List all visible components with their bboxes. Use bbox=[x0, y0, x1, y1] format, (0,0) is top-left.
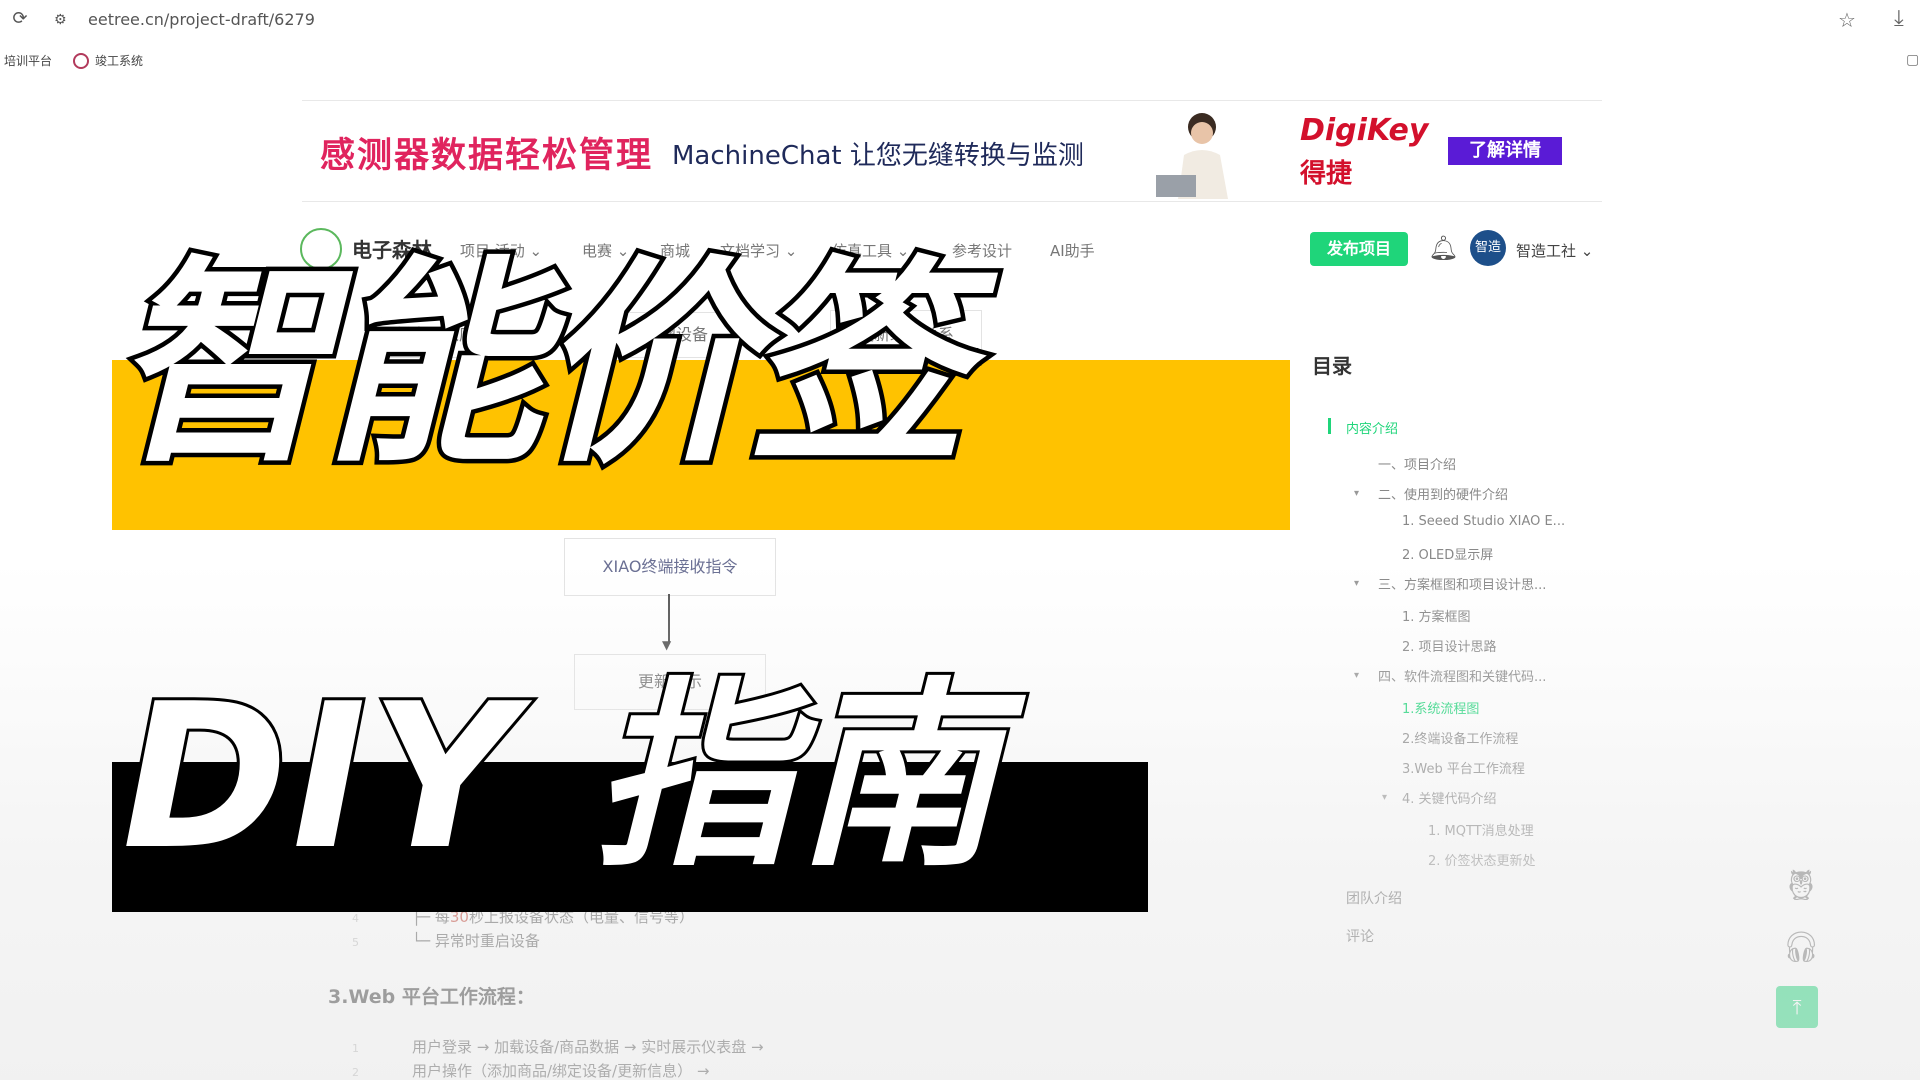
toc-item[interactable]: 四、软件流程图和关键代码... bbox=[1378, 666, 1546, 685]
site-info-icon[interactable]: ⚙ bbox=[54, 10, 74, 30]
ad-subline: MachineChat 让您无缝转换与监测 bbox=[672, 141, 1084, 171]
toc-item[interactable]: 3.Web 平台工作流程 bbox=[1402, 758, 1525, 777]
toc-expand-icon[interactable]: ▾ bbox=[1354, 578, 1359, 589]
ad-person-image bbox=[1156, 113, 1228, 199]
overlay-title-line-1: 智能价签 bbox=[108, 235, 971, 497]
ad-headline: 感测器数据轻松管理 bbox=[320, 136, 654, 176]
code-text: 用户登录 → 加载设备/商品数据 → 实时展示仪表盘 → bbox=[412, 1038, 764, 1056]
reload-icon[interactable]: ⟳ bbox=[10, 9, 30, 29]
ad-brand-logo: DigiKey bbox=[1300, 113, 1429, 148]
toc-expand-icon[interactable]: ▾ bbox=[1382, 792, 1387, 803]
line-number: 2 bbox=[352, 1066, 359, 1079]
ad-brand-cn: 得捷 bbox=[1300, 159, 1353, 189]
publish-project-button[interactable]: 发布项目 bbox=[1310, 232, 1408, 266]
toc-item[interactable]: 2. 价签状态更新处 bbox=[1428, 850, 1536, 869]
toc-item-comments[interactable]: 评论 bbox=[1346, 926, 1374, 946]
toc-item[interactable]: 二、使用到的硬件介绍 bbox=[1378, 484, 1508, 503]
toc-item[interactable]: 2. OLED显示屏 bbox=[1402, 544, 1493, 563]
address-bar[interactable]: eetree.cn/project-draft/6279 bbox=[88, 9, 315, 31]
code-line: 1 用户登录 → 加载设备/商品数据 → 实时展示仪表盘 → bbox=[352, 1036, 764, 1057]
toc-item-team[interactable]: 团队介绍 bbox=[1346, 888, 1402, 908]
toc-item[interactable]: 2. 项目设计思路 bbox=[1402, 636, 1497, 655]
bookmarks-bar: 培训平台 竣工系统 bbox=[0, 46, 1920, 76]
bookmark-completion-system[interactable]: 竣工系统 bbox=[73, 52, 143, 69]
user-menu[interactable]: 智造工社 ⌄ bbox=[1516, 240, 1593, 261]
toc-item[interactable]: 一、项目介绍 bbox=[1378, 454, 1456, 473]
toc-expand-icon[interactable]: ▾ bbox=[1354, 670, 1359, 681]
ad-banner[interactable]: 感测器数据轻松管理 MachineChat 让您无缝转换与监测 DigiKey … bbox=[302, 100, 1602, 202]
line-number: 4 bbox=[352, 912, 359, 925]
toc-item-current[interactable]: 1.系统流程图 bbox=[1402, 698, 1479, 717]
flow-arrow: ▼ bbox=[662, 638, 672, 652]
line-number: 5 bbox=[352, 936, 359, 949]
toc-item[interactable]: 2.终端设备工作流程 bbox=[1402, 728, 1518, 747]
code-text: └─ 异常时重启设备 bbox=[412, 932, 540, 950]
toc-item[interactable]: 三、方案框图和项目设计思... bbox=[1378, 574, 1546, 593]
back-to-top-button[interactable]: ⤒ bbox=[1776, 986, 1818, 1028]
toc-expand-icon[interactable]: ▾ bbox=[1354, 488, 1359, 499]
bookmark-training-platform[interactable]: 培训平台 bbox=[4, 52, 52, 69]
overlay-title-line-2: DIY 指南 bbox=[119, 658, 1001, 897]
avatar[interactable]: 智造 bbox=[1470, 230, 1506, 266]
toc-title: 目录 bbox=[1312, 354, 1352, 378]
headset-support-icon[interactable]: 🎧︎ bbox=[1782, 930, 1820, 965]
code-line: 2 用户操作（添加商品/绑定设备/更新信息） → bbox=[352, 1060, 709, 1081]
download-icon[interactable]: ⤓ bbox=[1894, 6, 1904, 31]
bookmarks-folder-icon[interactable]: ▢ bbox=[1906, 52, 1919, 68]
bookmark-circle-icon bbox=[73, 52, 89, 69]
owl-assistant-icon[interactable]: 🦉︎ bbox=[1782, 868, 1820, 903]
toc-item-intro-section[interactable]: 内容介绍 bbox=[1346, 418, 1398, 437]
toc-item[interactable]: 1. Seeed Studio XIAO E... bbox=[1402, 514, 1565, 529]
bookmark-star-icon[interactable]: ☆ bbox=[1838, 8, 1856, 32]
ad-learn-more-button[interactable]: 了解详情 bbox=[1448, 137, 1562, 165]
flow-connector bbox=[668, 594, 670, 642]
flow-box-xiao-receive: XIAO终端接收指令 bbox=[564, 538, 776, 596]
code-text: 用户操作（添加商品/绑定设备/更新信息） → bbox=[412, 1062, 710, 1080]
toc-item[interactable]: 4. 关键代码介绍 bbox=[1402, 788, 1497, 807]
toc-active-marker bbox=[1328, 418, 1331, 434]
toc-item[interactable]: 1. MQTT消息处理 bbox=[1428, 820, 1534, 839]
notification-bell-icon[interactable]: 🔔︎ bbox=[1428, 234, 1458, 262]
toc-item[interactable]: 1. 方案框图 bbox=[1402, 606, 1471, 625]
section-heading: 3.Web 平台工作流程： bbox=[328, 986, 535, 1008]
code-line: 5 └─ 异常时重启设备 bbox=[352, 930, 540, 951]
bookmark-label: 竣工系统 bbox=[95, 54, 144, 68]
line-number: 1 bbox=[352, 1042, 359, 1055]
browser-toolbar: ⟳ ⚙ eetree.cn/project-draft/6279 ☆ ⤓ bbox=[0, 0, 1920, 40]
